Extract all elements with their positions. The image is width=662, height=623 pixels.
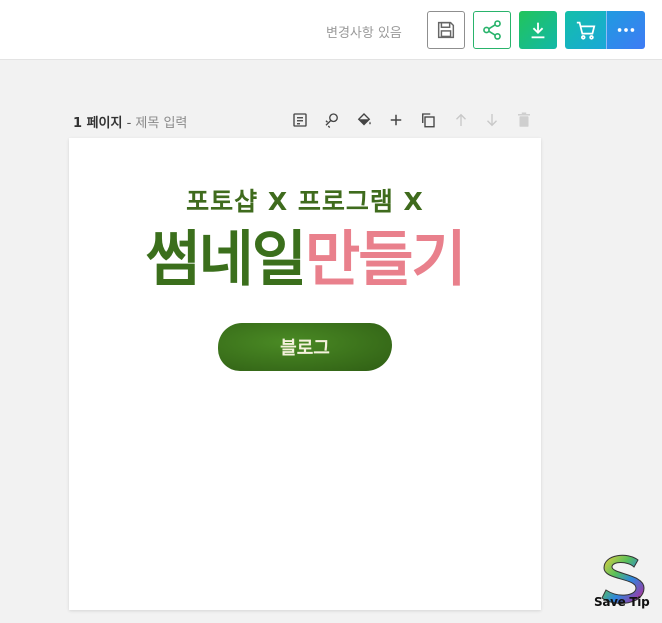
duplicate-icon bbox=[422, 113, 435, 128]
canvas-headline[interactable]: 썸네일만들기 bbox=[69, 224, 541, 296]
fill-icon bbox=[357, 113, 371, 126]
move-down-button[interactable] bbox=[482, 110, 502, 130]
move-up-button[interactable] bbox=[451, 110, 471, 130]
move-down-icon bbox=[487, 114, 497, 127]
more-button[interactable] bbox=[606, 11, 645, 49]
page-separator: - bbox=[122, 116, 136, 131]
more-icon bbox=[617, 28, 635, 32]
fill-color-button[interactable] bbox=[354, 110, 374, 130]
cart-button[interactable] bbox=[565, 11, 606, 49]
memo-button[interactable] bbox=[290, 110, 310, 130]
cart-icon bbox=[576, 21, 595, 40]
save-button[interactable] bbox=[427, 11, 465, 49]
save-icon bbox=[437, 21, 455, 39]
page-title-input[interactable]: 제목 입력 bbox=[135, 116, 187, 131]
headline-green-text: 썸네일 bbox=[145, 225, 307, 295]
watermark-text: Save Tip bbox=[594, 595, 650, 609]
magic-button[interactable] bbox=[322, 110, 342, 130]
canvas-badge[interactable]: 블로그 bbox=[218, 323, 392, 371]
headline-pink-text: 만들기 bbox=[305, 225, 467, 295]
download-icon bbox=[531, 22, 545, 39]
download-button[interactable] bbox=[519, 11, 557, 49]
canvas-subtitle[interactable]: 포토샵 X 프로그램 X bbox=[69, 182, 541, 218]
design-canvas[interactable]: 포토샵 X 프로그램 X 썸네일만들기 블로그 bbox=[69, 138, 541, 610]
save-status: 변경사항 있음 bbox=[326, 26, 402, 41]
add-page-icon bbox=[390, 114, 402, 126]
page-label: 1 페이지 - 제목 입력 bbox=[73, 112, 187, 131]
delete-icon bbox=[518, 112, 530, 127]
add-page-button[interactable] bbox=[386, 110, 406, 130]
memo-icon bbox=[293, 113, 307, 127]
duplicate-page-button[interactable] bbox=[418, 110, 438, 130]
delete-page-button[interactable] bbox=[514, 110, 534, 130]
share-icon bbox=[483, 20, 501, 40]
top-toolbar: 변경사항 있음 bbox=[0, 0, 662, 60]
page-number: 1 페이지 bbox=[73, 116, 123, 131]
share-button[interactable] bbox=[473, 11, 511, 49]
magic-icon bbox=[325, 113, 338, 128]
move-up-icon bbox=[456, 113, 466, 126]
